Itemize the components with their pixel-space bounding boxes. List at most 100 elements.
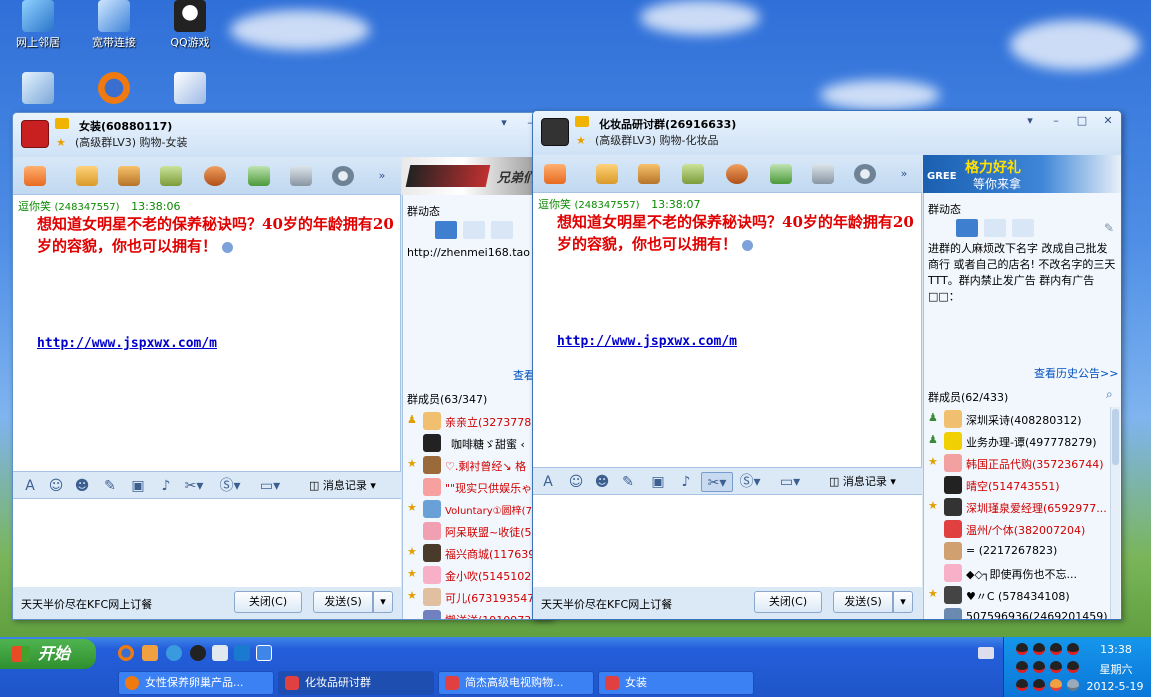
music-icon[interactable]: ♪ (675, 472, 697, 492)
photos-tab-icon[interactable] (463, 221, 485, 239)
qq-quicklaunch-icon[interactable] (190, 645, 206, 661)
more-tools-icon[interactable]: » (895, 167, 913, 181)
taskbar-item-tv-shopping[interactable]: 简杰高级电视购物... (438, 671, 594, 695)
ie-quicklaunch-icon[interactable] (166, 645, 182, 661)
network-tray-icon[interactable] (1050, 679, 1062, 691)
firefox-quicklaunch-icon[interactable] (118, 645, 134, 661)
member-item[interactable]: 阿呆联盟~收徒(5 (405, 520, 551, 542)
sogou-icon[interactable]: Ⓢ▾ (219, 476, 241, 496)
member-item[interactable]: ★ 可儿(673193547) (405, 586, 551, 608)
close-window-button[interactable]: ✕ (1099, 114, 1117, 128)
kfc-ad-text[interactable]: 天天半价尽在KFC网上订餐 (541, 596, 672, 612)
sender-name[interactable]: 逗你笑 (18, 200, 51, 213)
member-item[interactable]: ★ ♥〃C (578434108) (926, 584, 1111, 606)
send-button[interactable]: 发送(S) (313, 591, 373, 613)
send-button[interactable]: 发送(S) (833, 591, 893, 613)
qq-tray-icon[interactable] (1067, 661, 1079, 673)
member-item[interactable]: ★ ♡.剩衬曾经↘ 格 (405, 454, 551, 476)
message-history-button[interactable]: ◫ 消息记录 ▾ (309, 477, 376, 493)
message-link[interactable]: http://www.jspxwx.com/m (37, 336, 217, 351)
share-button[interactable] (245, 163, 273, 189)
volume-tray-icon[interactable] (1067, 679, 1079, 691)
desktop-icon-qq-games[interactable]: QQ游戏 (158, 0, 222, 50)
member-item[interactable]: 温州/个体(382007204) (926, 518, 1111, 540)
taskbar-item-womens-wear[interactable]: 女装 (598, 671, 754, 695)
sticker-icon[interactable]: ☻ (591, 472, 613, 492)
qq-tray-icon[interactable] (1033, 643, 1045, 655)
keyboard-tray-icon[interactable] (978, 647, 994, 659)
folder-button[interactable] (73, 163, 101, 189)
emoji-icon[interactable]: ☺ (45, 476, 67, 496)
music-icon[interactable]: ♪ (155, 476, 177, 496)
emoji-icon[interactable]: ☺ (565, 472, 587, 492)
settings-button[interactable] (329, 163, 357, 189)
announcement-tab-icon[interactable] (956, 219, 978, 237)
chat-window-womens-wear[interactable]: ★ 女装(60880117) (高级群LV3) 购物-女装 ▾ – » 兄弟们 … (12, 112, 552, 620)
desktop-icon-word-doc[interactable] (158, 72, 222, 106)
clock-time[interactable]: 13:38 (1096, 643, 1136, 656)
member-item[interactable]: ★ Voluntary①圆梓(7 (405, 498, 551, 520)
menu-arrow-button[interactable]: ▾ (1021, 114, 1039, 128)
video-button[interactable] (157, 163, 185, 189)
search-icon[interactable]: ⌕ (1106, 387, 1113, 402)
close-button[interactable]: 关闭(C) (754, 591, 822, 613)
image-icon[interactable]: ▣ (647, 472, 669, 492)
image-icon[interactable]: ▣ (127, 476, 149, 496)
app-quicklaunch-icon[interactable] (212, 645, 228, 661)
tool-quicklaunch-icon[interactable] (234, 645, 250, 661)
scissors-icon[interactable]: ✂▾ (183, 476, 205, 496)
show-desktop-icon[interactable] (256, 645, 272, 661)
desktop-icon-network[interactable]: 网上邻居 (6, 0, 70, 50)
home-button[interactable] (541, 161, 569, 187)
boat-quicklaunch-icon[interactable] (142, 645, 158, 661)
coffee-button[interactable] (723, 161, 751, 187)
minimize-button[interactable]: – (1047, 114, 1065, 128)
chat-display[interactable]: 逗你笑 (248347557) 13:38:07 想知道女明星不老的保养秘诀吗？… (533, 193, 922, 467)
member-item[interactable]: ♟ 深圳采诗(408280312) (926, 408, 1111, 430)
member-item[interactable]: 晴空(514743551) (926, 474, 1111, 496)
member-item[interactable]: ♟ 亲亲立(327377806 (405, 410, 551, 432)
maximize-button[interactable]: □ (1073, 114, 1091, 128)
list-tab-icon[interactable] (491, 221, 513, 239)
qq-tray-icon[interactable] (1033, 679, 1045, 691)
member-item[interactable]: ★ 韩国正品代购(357236744) (926, 452, 1111, 474)
title-bar[interactable]: ★ 女装(60880117) (高级群LV3) 购物-女装 ▾ – (13, 113, 551, 157)
chat-bubble-icon[interactable]: ▭▾ (779, 472, 801, 492)
game-banner-ad[interactable]: 兄弟们 (402, 157, 551, 195)
scrollbar-thumb[interactable] (1112, 409, 1119, 465)
member-item[interactable]: ★ 深圳瑾泉爱经理(6592977... (926, 496, 1111, 518)
list-tab-icon[interactable] (1012, 219, 1034, 237)
home-button[interactable] (21, 163, 49, 189)
message-input[interactable] (13, 499, 401, 589)
qq-tray-icon[interactable] (1067, 643, 1079, 655)
message-link[interactable]: http://www.jspxwx.com/m (557, 334, 737, 349)
member-item[interactable]: ◆◇┐即使再伤也不忘... (926, 562, 1111, 584)
chat-window-cosmetics[interactable]: ★ 化妆品研讨群(26916633) (高级群LV3) 购物-化妆品 ▾ – □… (532, 110, 1122, 620)
title-bar[interactable]: ★ 化妆品研讨群(26916633) (高级群LV3) 购物-化妆品 ▾ – □… (533, 111, 1121, 155)
chat-display[interactable]: 逗你笑 (248347557) 13:38:06 想知道女明星不老的保养秘诀吗？… (13, 195, 401, 471)
desktop-icon-recycle-bin[interactable] (6, 72, 70, 106)
taskbar-item-cosmetics[interactable]: 化妆品研讨群 (278, 671, 434, 695)
qq-tray-icon[interactable] (1033, 661, 1045, 673)
font-icon[interactable]: A (537, 472, 559, 492)
member-item[interactable]: ♟ 业务办理-谭(497778279) (926, 430, 1111, 452)
send-options-arrow[interactable]: ▾ (893, 591, 913, 613)
chat-bubble-icon[interactable]: ▭▾ (259, 476, 281, 496)
qq-tray-icon[interactable] (1016, 661, 1028, 673)
send-options-arrow[interactable]: ▾ (373, 591, 393, 613)
voice-button[interactable] (809, 161, 837, 187)
close-button[interactable]: 关闭(C) (234, 591, 302, 613)
member-item[interactable]: ★ 金小吹(514510286 (405, 564, 551, 586)
gree-banner-ad[interactable]: GREE 格力好礼 等你来拿 (923, 155, 1121, 193)
share-button[interactable] (767, 161, 795, 187)
sticker-icon[interactable]: ☻ (71, 476, 93, 496)
view-history-announcements-link[interactable]: 查看历史公告>> (1034, 365, 1118, 381)
member-item[interactable]: 咖啡糖ゞ甜蜜 ‹ (405, 432, 551, 454)
member-item[interactable]: = (2217267823) (926, 540, 1111, 562)
video-button[interactable] (679, 161, 707, 187)
taskbar-item-firefox[interactable]: 女性保养卵巢产品... (118, 671, 274, 695)
qq-tray-icon[interactable] (1016, 679, 1028, 691)
desktop-icon-broadband[interactable]: 宽带连接 (82, 0, 146, 50)
doodle-icon[interactable]: ✎ (99, 476, 121, 496)
desktop-icon-firefox[interactable] (82, 72, 146, 106)
